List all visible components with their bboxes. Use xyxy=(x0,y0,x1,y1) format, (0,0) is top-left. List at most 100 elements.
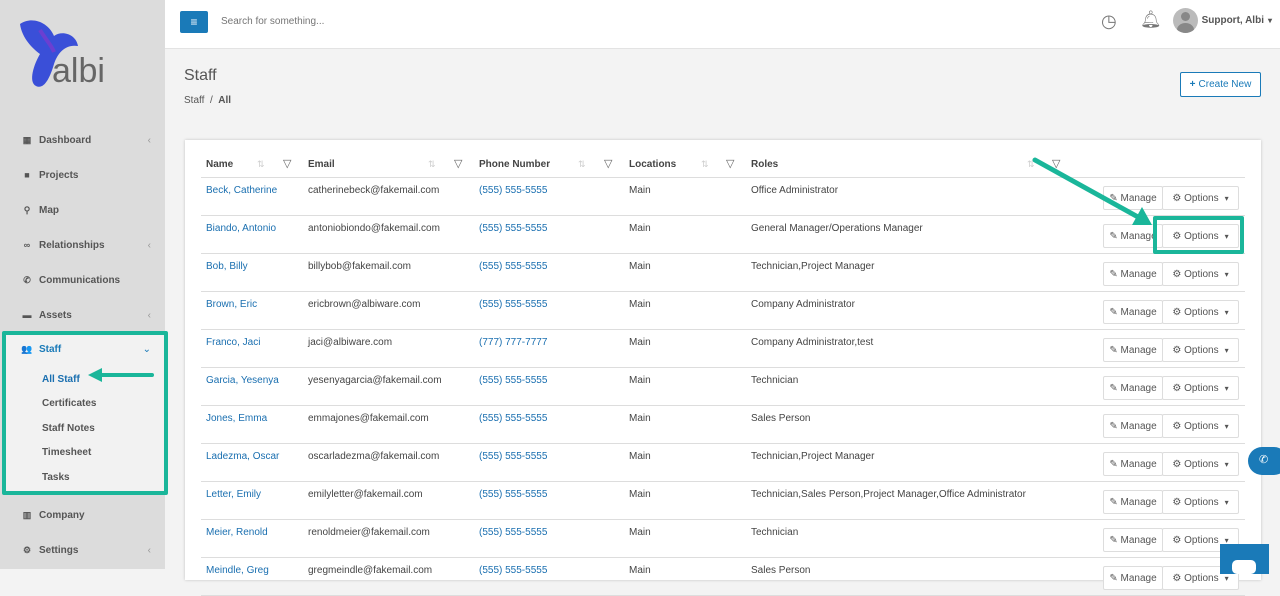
chevron-down-icon: ⌄ xyxy=(142,343,151,355)
sort-icon[interactable]: ⇅ xyxy=(257,159,265,170)
cell-name[interactable]: Meindle, Greg xyxy=(206,565,269,576)
cell-name[interactable]: Brown, Eric xyxy=(206,299,257,310)
caret-down-icon: ▾ xyxy=(1224,269,1229,279)
sidebar-item-company[interactable]: ▥ Company xyxy=(0,505,165,525)
column-header-email[interactable]: Email xyxy=(308,159,335,170)
pencil-icon: ✎ xyxy=(1109,534,1121,546)
manage-button[interactable]: ✎ Manage xyxy=(1103,452,1163,476)
caret-down-icon: ▾ xyxy=(1224,383,1229,393)
options-button[interactable]: ⚙ Options ▾ xyxy=(1162,376,1239,400)
cell-name[interactable]: Letter, Emily xyxy=(206,489,261,500)
options-button[interactable]: ⚙ Options ▾ xyxy=(1162,338,1239,362)
cell-name[interactable]: Franco, Jaci xyxy=(206,337,260,348)
manage-button[interactable]: ✎ Manage xyxy=(1103,338,1163,362)
phone-icon: ✆ xyxy=(23,274,31,285)
sidebar-subitem-certificates[interactable]: Certificates xyxy=(42,398,96,409)
pencil-icon: ✎ xyxy=(1109,458,1121,470)
chevron-left-icon: ‹ xyxy=(147,239,151,251)
options-button[interactable]: ⚙ Options ▾ xyxy=(1162,452,1239,476)
row-divider xyxy=(201,291,1245,292)
cell-phone-number[interactable]: (555) 555-5555 xyxy=(479,527,547,538)
cell-phone-number[interactable]: (555) 555-5555 xyxy=(479,299,547,310)
column-header-roles[interactable]: Roles xyxy=(751,159,778,170)
sidebar-subitem-tasks[interactable]: Tasks xyxy=(42,472,70,483)
cell-name[interactable]: Biando, Antonio xyxy=(206,223,276,234)
options-label: Options xyxy=(1184,420,1219,432)
cell-phone-number[interactable]: (777) 777-7777 xyxy=(479,337,547,348)
cell-phone-number[interactable]: (555) 555-5555 xyxy=(479,375,547,386)
sidebar-item-relationships[interactable]: ∞ Relationships ‹ xyxy=(0,235,165,255)
search-input[interactable] xyxy=(221,16,521,27)
user-name: Support, Albi xyxy=(1201,15,1264,26)
cell-name[interactable]: Ladezma, Oscar xyxy=(206,451,279,462)
sort-icon[interactable]: ⇅ xyxy=(428,159,436,170)
cell-name[interactable]: Beck, Catherine xyxy=(206,185,277,196)
sidebar-subitem-all-staff[interactable]: All Staff xyxy=(42,374,80,385)
manage-label: Manage xyxy=(1120,496,1157,508)
filter-icon[interactable]: ▽ xyxy=(454,157,462,170)
filter-icon[interactable]: ▽ xyxy=(604,157,612,170)
filter-icon[interactable]: ▽ xyxy=(283,157,291,170)
cell-phone-number[interactable]: (555) 555-5555 xyxy=(479,185,547,196)
sidebar-item-staff[interactable]: 👥 Staff ⌄ xyxy=(0,339,165,359)
user-menu[interactable]: Support, Albi ▾ xyxy=(1172,8,1272,33)
cell-phone-number[interactable]: (555) 555-5555 xyxy=(479,413,547,424)
manage-button[interactable]: ✎ Manage xyxy=(1103,376,1163,400)
caret-down-icon: ▾ xyxy=(1267,16,1272,25)
manage-button[interactable]: ✎ Manage xyxy=(1103,262,1163,286)
sidebar-item-dashboard[interactable]: ▦ Dashboard ‹ xyxy=(0,130,165,150)
options-button[interactable]: ⚙ Options ▾ xyxy=(1162,490,1239,514)
cell-locations: Main xyxy=(629,375,651,386)
options-button[interactable]: ⚙ Options ▾ xyxy=(1162,262,1239,286)
options-button[interactable]: ⚙ Options ▾ xyxy=(1162,414,1239,438)
cell-phone-number[interactable]: (555) 555-5555 xyxy=(479,451,547,462)
filter-icon[interactable]: ▽ xyxy=(726,157,734,170)
options-button[interactable]: ⚙ Options ▾ xyxy=(1162,186,1239,210)
sort-icon[interactable]: ⇅ xyxy=(578,159,586,170)
cell-phone-number[interactable]: (555) 555-5555 xyxy=(479,261,547,272)
gears-icon: ⚙ xyxy=(22,544,32,555)
options-label: Options xyxy=(1184,458,1219,470)
cell-phone-number[interactable]: (555) 555-5555 xyxy=(479,489,547,500)
chevron-left-icon: ‹ xyxy=(147,134,151,146)
briefcase-icon: ■ xyxy=(24,170,30,180)
gear-icon: ⚙ xyxy=(1172,268,1185,280)
phone-widget-button[interactable]: ✆ xyxy=(1248,447,1280,475)
sidebar-subitem-staff-notes[interactable]: Staff Notes xyxy=(42,423,95,434)
column-header-phone-number[interactable]: Phone Number xyxy=(479,159,550,170)
sidebar-item-assets[interactable]: ▬ Assets ‹ xyxy=(0,305,165,325)
cell-phone-number[interactable]: (555) 555-5555 xyxy=(479,565,547,576)
gear-icon: ⚙ xyxy=(1172,192,1185,204)
sidebar-item-projects[interactable]: ■ Projects xyxy=(0,165,165,185)
cell-locations: Main xyxy=(629,223,651,234)
manage-button[interactable]: ✎ Manage xyxy=(1103,528,1163,552)
manage-button[interactable]: ✎ Manage xyxy=(1103,414,1163,438)
sidebar-subitem-timesheet[interactable]: Timesheet xyxy=(42,447,91,458)
cell-phone-number[interactable]: (555) 555-5555 xyxy=(479,223,547,234)
sidebar-item-settings[interactable]: ⚙ Settings ‹ xyxy=(0,540,165,560)
column-header-locations[interactable]: Locations xyxy=(629,159,676,170)
bell-icon[interactable]: 🔔︎ xyxy=(1140,10,1162,30)
manage-button[interactable]: ✎ Manage xyxy=(1103,300,1163,324)
manage-button[interactable]: ✎ Manage xyxy=(1103,490,1163,514)
clock-icon[interactable]: ◷ xyxy=(1101,11,1117,32)
plus-icon: + xyxy=(1189,79,1196,90)
manage-button[interactable]: ✎ Manage xyxy=(1103,566,1163,590)
cell-name[interactable]: Meier, Renold xyxy=(206,527,268,538)
cell-name[interactable]: Jones, Emma xyxy=(206,413,267,424)
cell-email: emmajones@fakemail.com xyxy=(308,413,429,424)
chat-widget-button[interactable] xyxy=(1220,544,1269,574)
row-divider xyxy=(201,557,1245,558)
sort-icon[interactable]: ⇅ xyxy=(701,159,709,170)
column-header-name[interactable]: Name xyxy=(206,159,233,170)
options-button[interactable]: ⚙ Options ▾ xyxy=(1162,300,1239,324)
cell-locations: Main xyxy=(629,489,651,500)
create-new-button[interactable]: + Create New xyxy=(1180,72,1261,97)
menu-toggle-button[interactable]: ≡ xyxy=(180,11,208,33)
cell-name[interactable]: Bob, Billy xyxy=(206,261,248,272)
breadcrumb-staff[interactable]: Staff xyxy=(184,95,204,106)
cell-locations: Main xyxy=(629,413,651,424)
cell-name[interactable]: Garcia, Yesenya xyxy=(206,375,279,386)
sidebar-item-map[interactable]: ⚲ Map xyxy=(0,200,165,220)
sidebar-item-communications[interactable]: ✆ Communications xyxy=(0,270,165,290)
